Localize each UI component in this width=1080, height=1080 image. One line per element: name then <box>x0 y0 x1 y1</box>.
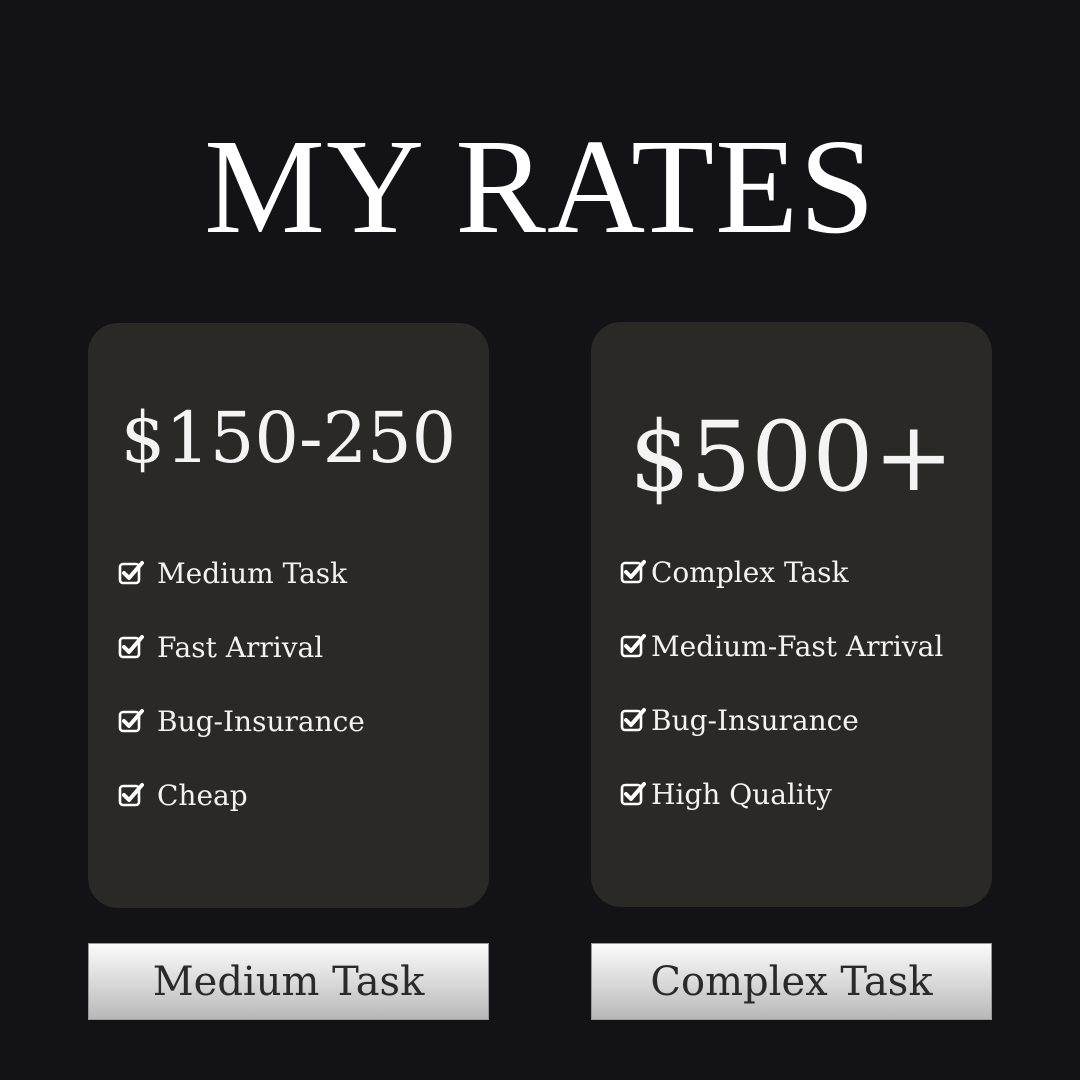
feature-item: Bug-Insurance <box>591 706 992 780</box>
feature-item: Medium Task <box>88 559 489 633</box>
feature-item: Cheap <box>88 781 489 855</box>
feature-label: Cheap <box>157 779 248 812</box>
feature-label: Medium Task <box>157 557 348 590</box>
price-medium: $150-250 <box>120 397 457 479</box>
checkbox-check-icon <box>118 561 144 585</box>
checkbox-check-icon <box>620 634 646 658</box>
checkbox-check-icon <box>620 560 646 584</box>
checkbox-check-icon <box>620 708 646 732</box>
feature-item: Bug-Insurance <box>88 707 489 781</box>
feature-label: Bug-Insurance <box>157 705 365 738</box>
feature-list-medium: Medium Task Fast Arrival Bug-Insurance C… <box>88 559 489 855</box>
rate-card-medium: $150-250 Medium Task Fast Arrival Bug-In… <box>88 323 489 908</box>
checkbox-check-icon <box>118 709 144 733</box>
checkbox-check-icon <box>118 783 144 807</box>
feature-label: Bug-Insurance <box>651 704 859 737</box>
page-title: MY RATES <box>204 112 876 262</box>
feature-label: Medium-Fast Arrival <box>651 630 944 663</box>
feature-list-complex: Complex Task Medium-Fast Arrival Bug-Ins… <box>591 558 992 854</box>
feature-label: High Quality <box>651 778 832 811</box>
checkbox-check-icon <box>620 782 646 806</box>
medium-task-button[interactable]: Medium Task <box>88 943 489 1020</box>
feature-item: Fast Arrival <box>88 633 489 707</box>
checkbox-check-icon <box>118 635 144 659</box>
feature-label: Fast Arrival <box>157 631 324 664</box>
complex-task-button[interactable]: Complex Task <box>591 943 992 1020</box>
rate-card-complex: $500+ Complex Task Medium-Fast Arrival B… <box>591 322 992 907</box>
feature-item: Medium-Fast Arrival <box>591 632 992 706</box>
feature-label: Complex Task <box>651 556 849 589</box>
price-complex: $500+ <box>629 401 954 513</box>
feature-item: Complex Task <box>591 558 992 632</box>
feature-item: High Quality <box>591 780 992 854</box>
